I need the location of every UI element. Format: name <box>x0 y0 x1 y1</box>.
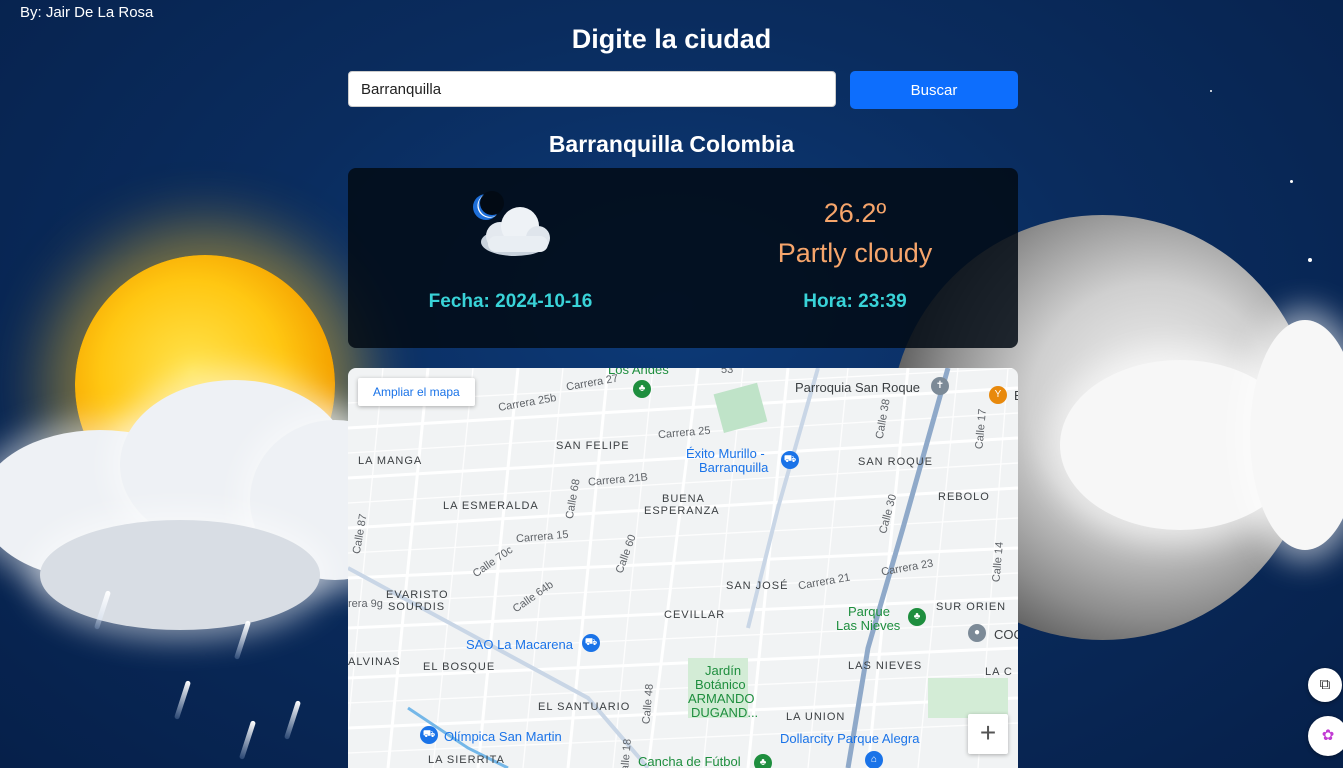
rain-drop <box>283 700 302 740</box>
map-view[interactable]: LA MANGA SAN FELIPE BUENA ESPERANZA SAN … <box>348 368 1018 768</box>
weather-condition: Partly cloudy <box>777 238 933 268</box>
poi-label: E <box>1014 388 1018 403</box>
neighborhood-label: LA ESMERALDA <box>443 500 539 512</box>
neighborhood-label: SAN FELIPE <box>556 440 630 452</box>
moon-cloud-icon <box>470 190 555 260</box>
neighborhood-label: LA MANGA <box>358 455 423 467</box>
poi-label: Dollarcity Parque Alegra <box>780 731 920 746</box>
neighborhood-label: SAN JOSÉ <box>726 580 789 592</box>
rain-drop <box>173 680 192 720</box>
shopping-cart-pin-icon[interactable]: ⛟ <box>582 634 600 652</box>
shopping-pin-icon[interactable]: ⌂ <box>865 751 883 768</box>
park-label: Botánico <box>695 677 746 692</box>
poi-label: Olímpica San Martin <box>444 729 562 744</box>
park-label: ARMANDO <box>688 691 755 706</box>
shopping-cart-pin-icon[interactable]: ⛟ <box>781 451 799 469</box>
star <box>1308 258 1312 262</box>
time-label: Hora: 23:39 <box>803 291 907 312</box>
page-title: Digite la ciudad <box>571 24 772 54</box>
neighborhood-label: EL SANTUARIO <box>538 701 631 713</box>
poi-label: COC <box>994 627 1018 642</box>
zoom-in-button[interactable]: + <box>968 714 1008 754</box>
expand-map-link[interactable]: Ampliar el mapa <box>358 378 475 406</box>
shopping-cart-pin-icon[interactable]: ⛟ <box>420 726 438 744</box>
neighborhood-label: LAS NIEVES <box>848 660 923 672</box>
poi-label: SAO La Macarena <box>466 637 573 652</box>
park-label: Las Nieves <box>836 618 901 633</box>
neighborhood-label: LA C <box>985 666 1013 678</box>
poi-label: Los Andes <box>608 368 669 377</box>
neighborhood-label: ALVINAS <box>348 656 401 668</box>
translate-icon[interactable]: ⧉ <box>1308 668 1342 702</box>
neighborhood-label: CEVILLAR <box>664 609 726 621</box>
place-pin-icon[interactable]: ● <box>968 624 986 642</box>
neighborhood-label: BUENA <box>662 493 705 505</box>
park-label: DUGAND... <box>691 705 759 720</box>
author-credit: By: Jair De La Rosa <box>20 4 154 21</box>
poi-label: Barranquilla <box>699 460 769 475</box>
poi-label: Parroquia San Roque <box>795 380 921 395</box>
street-label: Calle 18 <box>618 738 634 768</box>
neighborhood-label: EL BOSQUE <box>423 661 496 673</box>
neighborhood-label: LA SIERRITA <box>428 754 505 766</box>
poi-label: Cancha de Fútbol <box>638 754 741 768</box>
brain-icon[interactable]: ✿ <box>1308 716 1343 756</box>
neighborhood-label: LA UNION <box>786 711 846 723</box>
star <box>1210 90 1212 92</box>
neighborhood-label: REBOLO <box>938 491 990 503</box>
location-title: Barranquilla Colombia <box>548 131 795 157</box>
neighborhood-label: ESPERANZA <box>644 505 720 517</box>
rain-drop <box>233 620 252 660</box>
church-pin-icon[interactable]: ✝ <box>931 377 949 395</box>
neighborhood-label: EVARISTO <box>386 589 449 601</box>
tree-pin-icon[interactable]: ♣ <box>908 608 926 626</box>
poi-label: Éxito Murillo - <box>686 446 765 461</box>
rain-drop <box>238 720 257 760</box>
tree-pin-icon[interactable]: ♣ <box>754 754 772 768</box>
tree-pin-icon[interactable]: ♣ <box>633 380 651 398</box>
neighborhood-label: SOURDIS <box>388 601 446 613</box>
park-label: Jardín <box>705 663 742 678</box>
bar-pin-icon[interactable]: Y <box>989 386 1007 404</box>
city-search-input[interactable] <box>348 71 836 107</box>
street-label: rera 9g <box>348 598 383 610</box>
street-label: 53 <box>721 368 734 376</box>
temperature-value: 26.2º <box>823 198 887 228</box>
star <box>1290 180 1293 183</box>
date-label: Fecha: 2024-10-16 <box>428 291 593 312</box>
neighborhood-label: SAN ROQUE <box>858 456 934 468</box>
search-button[interactable]: Buscar <box>850 71 1018 109</box>
cloud-image <box>40 520 320 630</box>
park-label: Parque <box>848 604 890 619</box>
neighborhood-label: SUR ORIEN <box>936 601 1007 613</box>
